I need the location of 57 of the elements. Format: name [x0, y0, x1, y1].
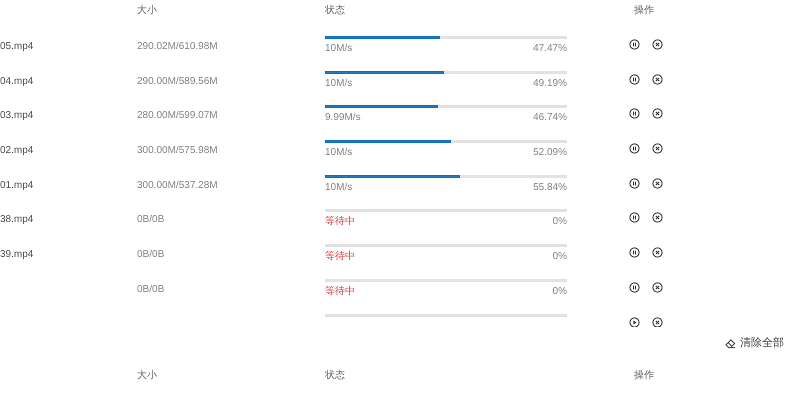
file-size: 290.00M/589.56M: [137, 76, 218, 87]
percent-text: 52.09%: [533, 146, 567, 160]
clear-all-button[interactable]: 清除全部: [725, 334, 784, 352]
close-icon[interactable]: [652, 178, 663, 189]
file-size: 300.00M/537.28M: [137, 180, 218, 191]
pause-icon[interactable]: [629, 247, 640, 258]
percent-text: 49.19%: [533, 76, 567, 91]
status-text: 等待中: [325, 284, 355, 299]
close-icon[interactable]: [652, 247, 663, 258]
status-text: 10M/s: [325, 146, 352, 160]
pause-icon[interactable]: [629, 39, 640, 50]
pause-icon[interactable]: [629, 178, 640, 189]
close-icon[interactable]: [652, 108, 663, 120]
column-header: 操作: [634, 370, 654, 380]
column-header: 大小: [137, 370, 157, 380]
column-header: 状态: [325, 5, 345, 16]
pause-icon[interactable]: [629, 282, 640, 293]
close-icon[interactable]: [652, 282, 663, 293]
status-text: 等待中: [325, 214, 355, 230]
file-name: 03.mp4: [0, 110, 34, 122]
close-icon[interactable]: [652, 74, 663, 85]
status-text: 10M/s: [325, 180, 352, 195]
file-size: 300.00M/575.98M: [137, 145, 218, 156]
percent-text: 0%: [552, 250, 567, 264]
file-name: 38.mp4: [0, 214, 34, 226]
play-icon[interactable]: [629, 316, 640, 327]
status-text: 等待中: [325, 250, 355, 264]
file-name: 01.mp4: [0, 180, 34, 191]
file-name: 39.mp4: [0, 249, 34, 260]
percent-text: 55.84%: [533, 180, 567, 195]
pause-icon[interactable]: [629, 212, 640, 224]
file-size: 0B/0B: [137, 214, 164, 226]
percent-text: 0%: [552, 284, 567, 299]
file-name: 02.mp4: [0, 145, 34, 156]
file-size: 0B/0B: [137, 284, 164, 295]
file-name: 04.mp4: [0, 76, 34, 87]
column-header: 大小: [137, 5, 157, 16]
column-header: 操作: [634, 5, 654, 16]
eraser-icon: [725, 338, 736, 348]
file-size: 280.00M/599.07M: [137, 110, 218, 122]
percent-text: 47.47%: [533, 42, 567, 56]
file-name: 05.mp4: [0, 41, 34, 52]
close-icon[interactable]: [652, 316, 663, 327]
file-size: 0B/0B: [137, 249, 164, 260]
status-text: 9.99M/s: [325, 111, 361, 126]
percent-text: 0%: [552, 215, 567, 230]
status-text: 10M/s: [325, 76, 352, 91]
pause-icon[interactable]: [629, 143, 640, 154]
pause-icon[interactable]: [629, 108, 640, 120]
close-icon[interactable]: [652, 212, 663, 224]
status-text: 10M/s: [325, 42, 352, 56]
pause-icon[interactable]: [629, 74, 640, 85]
close-icon[interactable]: [652, 143, 663, 154]
file-size: 290.02M/610.98M: [137, 41, 218, 52]
column-header: 状态: [325, 370, 345, 380]
close-icon[interactable]: [652, 39, 663, 50]
percent-text: 46.74%: [533, 111, 567, 126]
